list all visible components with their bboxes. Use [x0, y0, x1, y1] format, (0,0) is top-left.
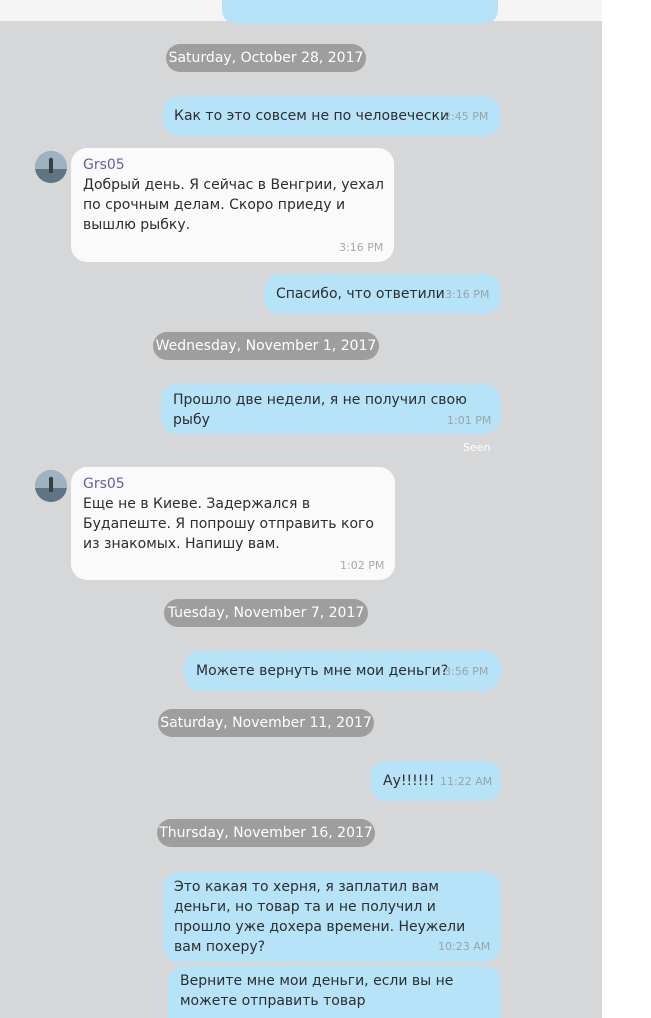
message-bubble-outgoing[interactable]: Это какая то херня, я заплатил вам деньг…	[163, 872, 501, 962]
message-time: 3:56 PM	[444, 665, 489, 678]
date-separator: Thursday, November 16, 2017	[157, 819, 375, 847]
contact-avatar[interactable]	[35, 151, 67, 183]
contact-avatar[interactable]	[35, 470, 67, 502]
message-bubble-outgoing[interactable]: Можете вернуть мне мои деньги? 3:56 PM	[184, 651, 501, 691]
message-time: 11:22 AM	[440, 775, 493, 788]
message-text: Еще не в Киеве. Задержался в Будапеште. …	[83, 496, 374, 552]
date-separator: Wednesday, November 1, 2017	[153, 332, 379, 360]
message-bubble-outgoing[interactable]: Прошло две недели, я не получил свою рыб…	[161, 384, 501, 434]
message-time: 3:16 PM	[339, 241, 384, 254]
message-bubble-outgoing[interactable]: Ау!!!!!! 11:22 AM	[370, 761, 501, 801]
seen-status: Seen	[463, 441, 491, 454]
message-bubble-outgoing-partial	[222, 0, 498, 24]
message-time: 3:16 PM	[445, 288, 490, 301]
date-separator: Saturday, November 11, 2017	[158, 709, 374, 737]
message-text: Можете вернуть мне мои деньги?	[196, 663, 449, 679]
message-bubble-incoming[interactable]: Grs05 Еще не в Киеве. Задержался в Будап…	[71, 467, 395, 580]
date-separator: Saturday, October 28, 2017	[166, 44, 366, 72]
message-bubble-outgoing[interactable]: Как то это совсем не по человечески 2:45…	[163, 96, 501, 136]
message-bubble-incoming[interactable]: Grs05 Добрый день. Я сейчас в Венгрии, у…	[71, 148, 394, 262]
message-bubble-outgoing[interactable]: Верните мне мои деньги, если вы не может…	[168, 966, 501, 1018]
message-text: Добрый день. Я сейчас в Венгрии, уехал п…	[83, 177, 384, 233]
right-margin	[602, 0, 651, 1018]
sender-name[interactable]: Grs05	[83, 474, 383, 494]
sender-name[interactable]: Grs05	[83, 155, 382, 175]
previous-message-peek	[0, 0, 602, 24]
date-separator: Tuesday, November 7, 2017	[164, 599, 368, 627]
message-time: 1:02 PM	[340, 559, 385, 572]
message-time: 1:01 PM	[447, 414, 492, 427]
message-text: Ау!!!!!!	[383, 773, 435, 789]
message-text: Как то это совсем не по человечески	[174, 108, 450, 124]
message-bubble-outgoing[interactable]: Спасибо, что ответили 3:16 PM	[264, 274, 501, 314]
message-time: 2:45 PM	[444, 110, 489, 123]
message-text: Верните мне мои деньги, если вы не может…	[180, 973, 454, 1009]
message-text: Спасибо, что ответили	[276, 286, 445, 302]
avatar-image	[35, 470, 67, 502]
message-time: 10:23 AM	[438, 940, 491, 953]
avatar-image	[35, 151, 67, 183]
chat-history[interactable]: Saturday, October 28, 2017 Как то это со…	[0, 0, 602, 1018]
